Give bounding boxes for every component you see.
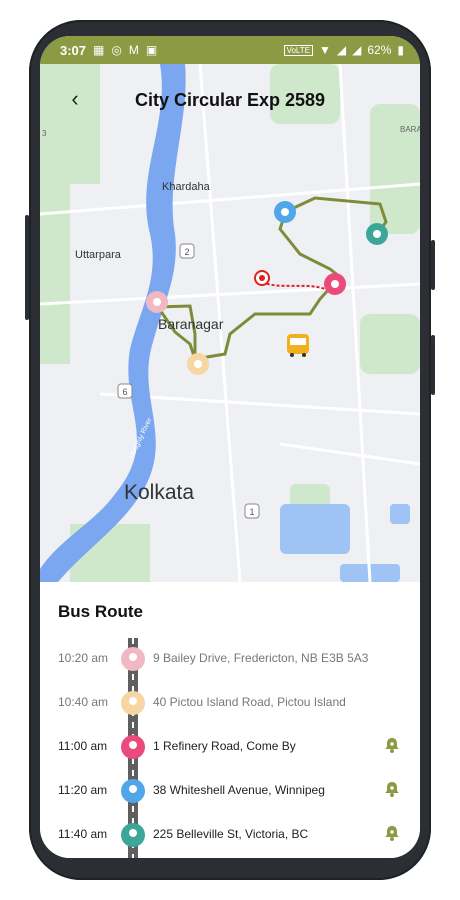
power-button: [431, 335, 435, 395]
battery-label: 62%: [367, 43, 392, 57]
volume-button: [431, 240, 435, 290]
map-label: Kolkata: [124, 481, 194, 504]
side-button: [25, 215, 29, 320]
stop-pin-icon: [121, 691, 145, 715]
status-right: VoLTE ▼ ◢ ◢ 62% ▮: [283, 36, 404, 64]
battery-icon: ▮: [397, 43, 404, 57]
stop-time: 11:40 am: [58, 827, 108, 841]
bus-route-panel: Bus Route 10:20 am 9 Bailey Drive, Frede…: [40, 582, 420, 858]
notification-icon: ◎: [111, 43, 122, 57]
route-stop[interactable]: 11:20 am 38 Whiteshell Avenue, Winnipeg: [40, 770, 420, 814]
map-shield: 1: [249, 507, 254, 517]
map-shield: 2: [184, 247, 189, 257]
map-label: Uttarpara: [75, 249, 122, 261]
map-shield: 6: [122, 387, 127, 397]
route-stop[interactable]: 11:40 am 225 Belleville St, Victoria, BC: [40, 814, 420, 858]
section-title: Bus Route: [58, 602, 143, 621]
signal-icon: ◢: [336, 43, 347, 57]
route-stop[interactable]: 11:00 am 1 Refinery Road, Come By: [40, 726, 420, 770]
route-stop[interactable]: 10:20 am 9 Bailey Drive, Fredericton, NB…: [40, 638, 420, 682]
stop-pin-icon: [121, 647, 145, 671]
stop-time: 10:40 am: [58, 695, 109, 709]
stop-pin-icon: [121, 735, 145, 759]
map-view[interactable]: 2 6 1 Khardaha Uttarpara Baranagar Kolka…: [40, 64, 420, 582]
status-time: 3:07: [60, 42, 87, 58]
stop-address: 9 Bailey Drive, Fredericton, NB E3B 5A3: [153, 651, 369, 665]
stop-address: 40 Pictou Island Road, Pictou Island: [153, 695, 346, 709]
notification-icon: ▦: [93, 43, 105, 57]
bell-add-icon[interactable]: [383, 824, 401, 842]
notification-icon: ▣: [145, 43, 158, 57]
map-label: Khardaha: [162, 181, 211, 193]
bell-add-icon[interactable]: [383, 736, 401, 754]
status-bar: 3:07 ▦ ◎ M ▣ VoLTE ▼ ◢ ◢ 62% ▮: [40, 36, 420, 64]
bell-add-icon[interactable]: [383, 780, 401, 798]
stop-address: 38 Whiteshell Avenue, Winnipeg: [153, 783, 325, 797]
stop-pin-icon: [121, 823, 145, 847]
stop-time: 10:20 am: [58, 651, 109, 665]
map-label: Baranagar: [158, 316, 224, 332]
stop-address: 225 Belleville St, Victoria, BC: [153, 827, 309, 841]
route-stop[interactable]: 10:40 am 40 Pictou Island Road, Pictou I…: [40, 682, 420, 726]
wifi-icon: ▼: [319, 43, 331, 57]
stop-time: 11:00 am: [58, 739, 108, 753]
stop-time: 11:20 am: [58, 783, 108, 797]
notification-icon: M: [128, 43, 139, 57]
app-header: ‹ City Circular Exp 2589: [40, 64, 420, 134]
page-title: City Circular Exp 2589: [134, 90, 326, 110]
volte-icon: VoLTE: [283, 44, 313, 56]
screen: 3:07 ▦ ◎ M ▣ VoLTE ▼ ◢ ◢ 62% ▮ 2 6 1 Kha…: [40, 36, 420, 858]
stop-address: 1 Refinery Road, Come By: [153, 739, 296, 753]
signal-icon: ◢: [352, 43, 362, 57]
stop-pin-icon: [121, 779, 145, 803]
